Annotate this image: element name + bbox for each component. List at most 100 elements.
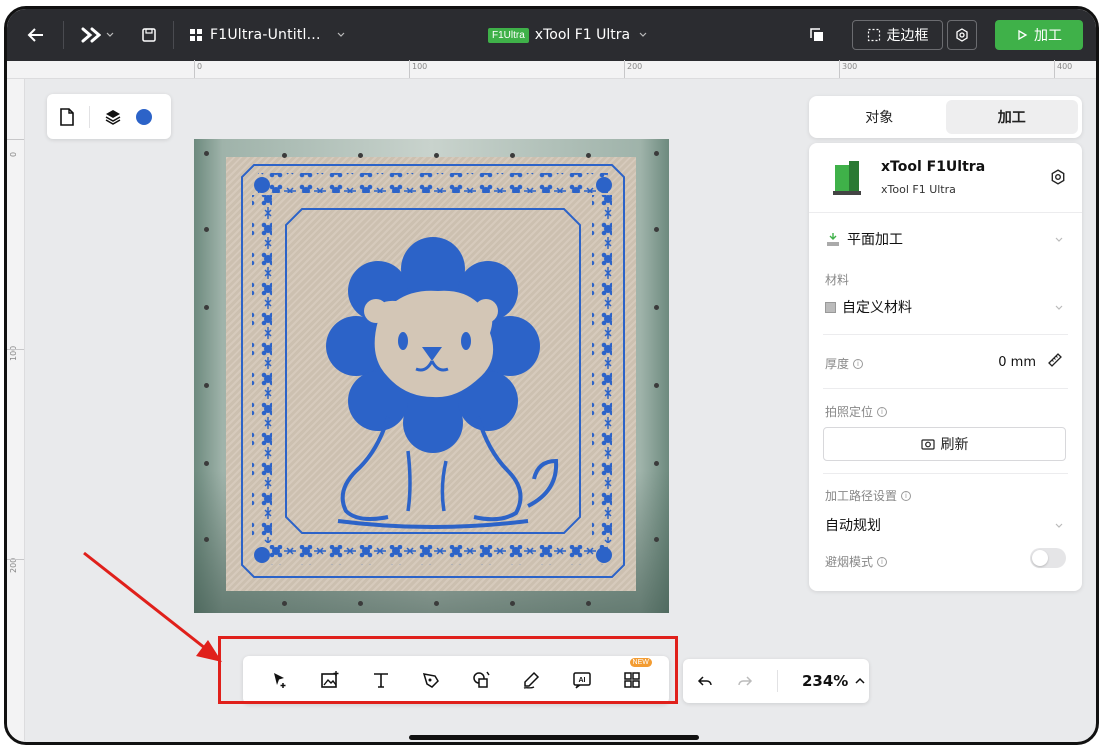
ruler-mark: 100 (412, 62, 428, 71)
layers-copy-button[interactable] (809, 9, 825, 61)
chevron-down-icon (1055, 523, 1063, 528)
ruler-tick (7, 559, 24, 560)
ruler-mark: 200 (9, 557, 18, 573)
material-label: 材料 (825, 273, 850, 287)
ruler-mark: 300 (842, 62, 858, 71)
smoke-label-text: 避烟模式 (825, 555, 874, 569)
chevron-down-icon (1055, 237, 1063, 242)
process-mode-select[interactable]: 平面加工 (825, 229, 903, 249)
bed-pin (654, 151, 659, 156)
undo-icon[interactable] (697, 673, 713, 689)
bed-pin (586, 601, 591, 606)
ruler-tick (839, 60, 840, 78)
device-chip: F1Ultra (488, 27, 529, 43)
info-icon[interactable]: i (877, 556, 888, 567)
refresh-button[interactable]: 刷新 (823, 427, 1066, 461)
material-select[interactable]: 自定义材料 (825, 297, 912, 317)
thickness-label-text: 厚度 (825, 357, 850, 371)
device-title: xTool F1Ultra (881, 159, 986, 175)
arrow-left-icon (27, 28, 43, 42)
bed-pin (358, 601, 363, 606)
save-button[interactable] (141, 9, 157, 61)
lion-artwork[interactable] (238, 161, 628, 581)
ruler-tick (409, 60, 410, 78)
bed-pin (586, 153, 591, 158)
file-menu[interactable]: F1Ultra-Untitl... (189, 9, 346, 61)
file-name: F1Ultra-Untitl... (210, 27, 321, 43)
tab-object[interactable]: 对象 (813, 100, 946, 134)
work-area[interactable] (194, 139, 669, 613)
path-select[interactable]: 自动规划 (825, 515, 881, 535)
info-icon[interactable]: i (853, 358, 864, 369)
ruler-mark: 400 (1057, 62, 1073, 71)
bed-pin (434, 153, 439, 158)
play-icon (1018, 29, 1028, 41)
app-menu-button[interactable] (81, 9, 115, 61)
history-zoom-bar: 234% (683, 659, 869, 703)
machine-image-icon (833, 161, 861, 195)
back-button[interactable] (27, 9, 45, 61)
ruler-mark: 0 (197, 62, 203, 71)
thickness-label: 厚度 i (825, 355, 864, 372)
thickness-value[interactable]: 0 mm (998, 355, 1036, 370)
frame-label: 走边框 (886, 28, 929, 44)
bed-pin (654, 305, 659, 310)
panel-tabs: 对象 加工 (809, 96, 1082, 138)
device-selector[interactable]: F1Ultra xTool F1 Ultra (488, 9, 648, 61)
new-file-icon[interactable] (59, 107, 75, 126)
chevron-down-icon (106, 32, 114, 37)
path-label-text: 加工路径设置 (825, 489, 898, 503)
camera-label-text: 拍照定位 (825, 405, 874, 419)
zoom-control[interactable]: 234% (802, 672, 866, 690)
frame-icon (867, 28, 880, 42)
refresh-label: 刷新 (940, 437, 969, 453)
bed-pin (510, 153, 515, 158)
bed-pin (654, 461, 659, 466)
bed-pin (510, 601, 515, 606)
info-icon[interactable]: i (901, 490, 912, 501)
bed-pin (204, 305, 209, 310)
xtool-logo-icon (81, 27, 101, 43)
process-panel: xTool F1Ultra xTool F1 Ultra 平面加工 材料 自定义… (809, 143, 1082, 591)
copy-icon (810, 28, 823, 41)
camera-icon (920, 439, 935, 450)
ruler-tick (7, 349, 24, 350)
redo-icon[interactable] (737, 673, 753, 689)
smoke-label: 避烟模式 i (825, 553, 888, 570)
material-value: 自定义材料 (842, 300, 912, 316)
device-settings-icon[interactable] (1050, 169, 1066, 185)
tab-process[interactable]: 加工 (945, 100, 1078, 134)
bed-pin (204, 151, 209, 156)
divider (823, 388, 1068, 389)
layer-color-swatch[interactable] (136, 108, 152, 125)
smoke-mode-toggle[interactable] (1030, 548, 1066, 568)
top-bar: F1Ultra-Untitl... F1Ultra xTool F1 Ultra… (7, 9, 1096, 61)
highlight-box (218, 636, 678, 704)
process-mode-label: 平面加工 (847, 232, 903, 248)
bed-pin (434, 601, 439, 606)
settings-button[interactable] (947, 20, 977, 50)
divider (173, 21, 174, 49)
bed-pin (204, 227, 209, 232)
measure-icon[interactable] (1046, 351, 1064, 369)
bed-pin (204, 383, 209, 388)
grid-icon (190, 29, 202, 41)
bed-pin (358, 153, 363, 158)
ruler-tick (7, 139, 24, 140)
info-icon[interactable]: i (877, 406, 888, 417)
process-label: 加工 (1034, 28, 1062, 44)
layers-icon[interactable] (104, 108, 122, 126)
bed-pin (204, 537, 209, 542)
chevron-down-icon (639, 32, 647, 37)
ruler-mark: 100 (9, 345, 18, 361)
bed-pin (282, 601, 287, 606)
home-indicator[interactable] (409, 735, 699, 740)
frame-button[interactable]: 走边框 (852, 20, 943, 50)
process-button[interactable]: 加工 (995, 20, 1083, 50)
chevron-down-icon (337, 32, 345, 37)
ruler-tick (1054, 60, 1055, 78)
material-swatch (825, 301, 836, 313)
chevron-down-icon (1055, 305, 1063, 310)
ruler-tick (624, 60, 625, 78)
device-info: xTool F1Ultra xTool F1 Ultra (809, 143, 1082, 213)
